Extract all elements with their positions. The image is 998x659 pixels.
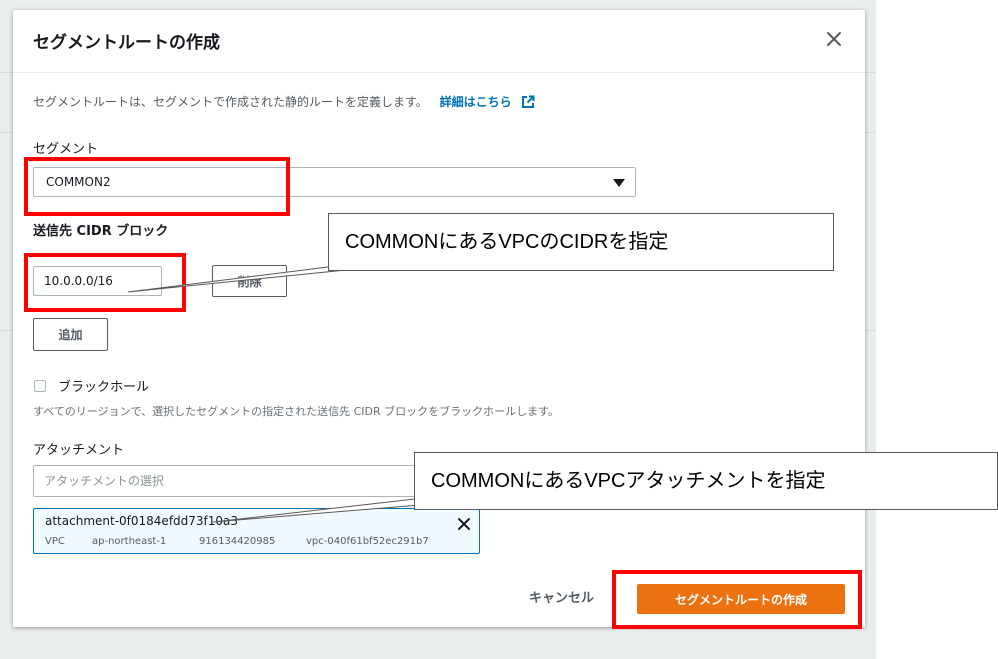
external-link-icon[interactable] — [521, 95, 535, 112]
segment-select-value: COMMON2 — [46, 175, 111, 189]
blackhole-label: ブラックホール — [58, 380, 150, 395]
cancel-button[interactable]: キャンセル — [529, 587, 594, 606]
add-cidr-button[interactable]: 追加 — [33, 318, 108, 351]
attachment-region: ap-northeast-1 — [92, 536, 167, 547]
dialog-title: セグメントルートの作成 — [33, 33, 220, 53]
close-icon[interactable] — [821, 26, 847, 52]
attachment-label: アタッチメント — [33, 443, 125, 458]
segment-select[interactable]: COMMON2 — [33, 167, 636, 197]
description-text: セグメントルートは、セグメントで作成された静的ルートを定義します。 — [33, 95, 428, 109]
cidr-input[interactable] — [33, 266, 162, 296]
attachment-account: 916134420985 — [199, 536, 276, 547]
cidr-callout: COMMONにあるVPCのCIDRを指定 — [328, 213, 834, 271]
learn-more-link[interactable]: 詳細はこちら — [440, 95, 512, 109]
attachment-vpc-id: vpc-040f61bf52ec291b7 — [306, 536, 429, 547]
blackhole-checkbox[interactable] — [34, 380, 46, 392]
cidr-label: 送信先 CIDR ブロック — [33, 224, 169, 239]
caret-down-icon — [613, 179, 625, 187]
segment-label: セグメント — [33, 142, 99, 157]
attachment-type: VPC — [45, 536, 65, 547]
dialog-description: セグメントルートは、セグメントで作成された静的ルートを定義します。 詳細はこちら — [33, 93, 535, 112]
dialog-header: セグメントルートの作成 — [13, 10, 865, 73]
attachment-callout: COMMONにあるVPCアタッチメントを指定 — [414, 452, 998, 510]
create-segment-route-button[interactable]: セグメントルートの作成 — [637, 584, 845, 614]
create-segment-route-dialog: セグメントルートの作成 セグメントルートは、セグメントで作成された静的ルートを定… — [13, 10, 865, 627]
remove-cidr-button[interactable]: 削除 — [212, 265, 287, 297]
selected-attachment-token: attachment-0f0184efdd73f10a3 VPC ap-nort… — [33, 508, 480, 554]
remove-attachment-icon[interactable] — [456, 516, 472, 532]
attachment-id: attachment-0f0184efdd73f10a3 — [45, 514, 239, 528]
blackhole-hint: すべてのリージョンで、選択したセグメントの指定された送信先 CIDR ブロックを… — [33, 405, 560, 418]
